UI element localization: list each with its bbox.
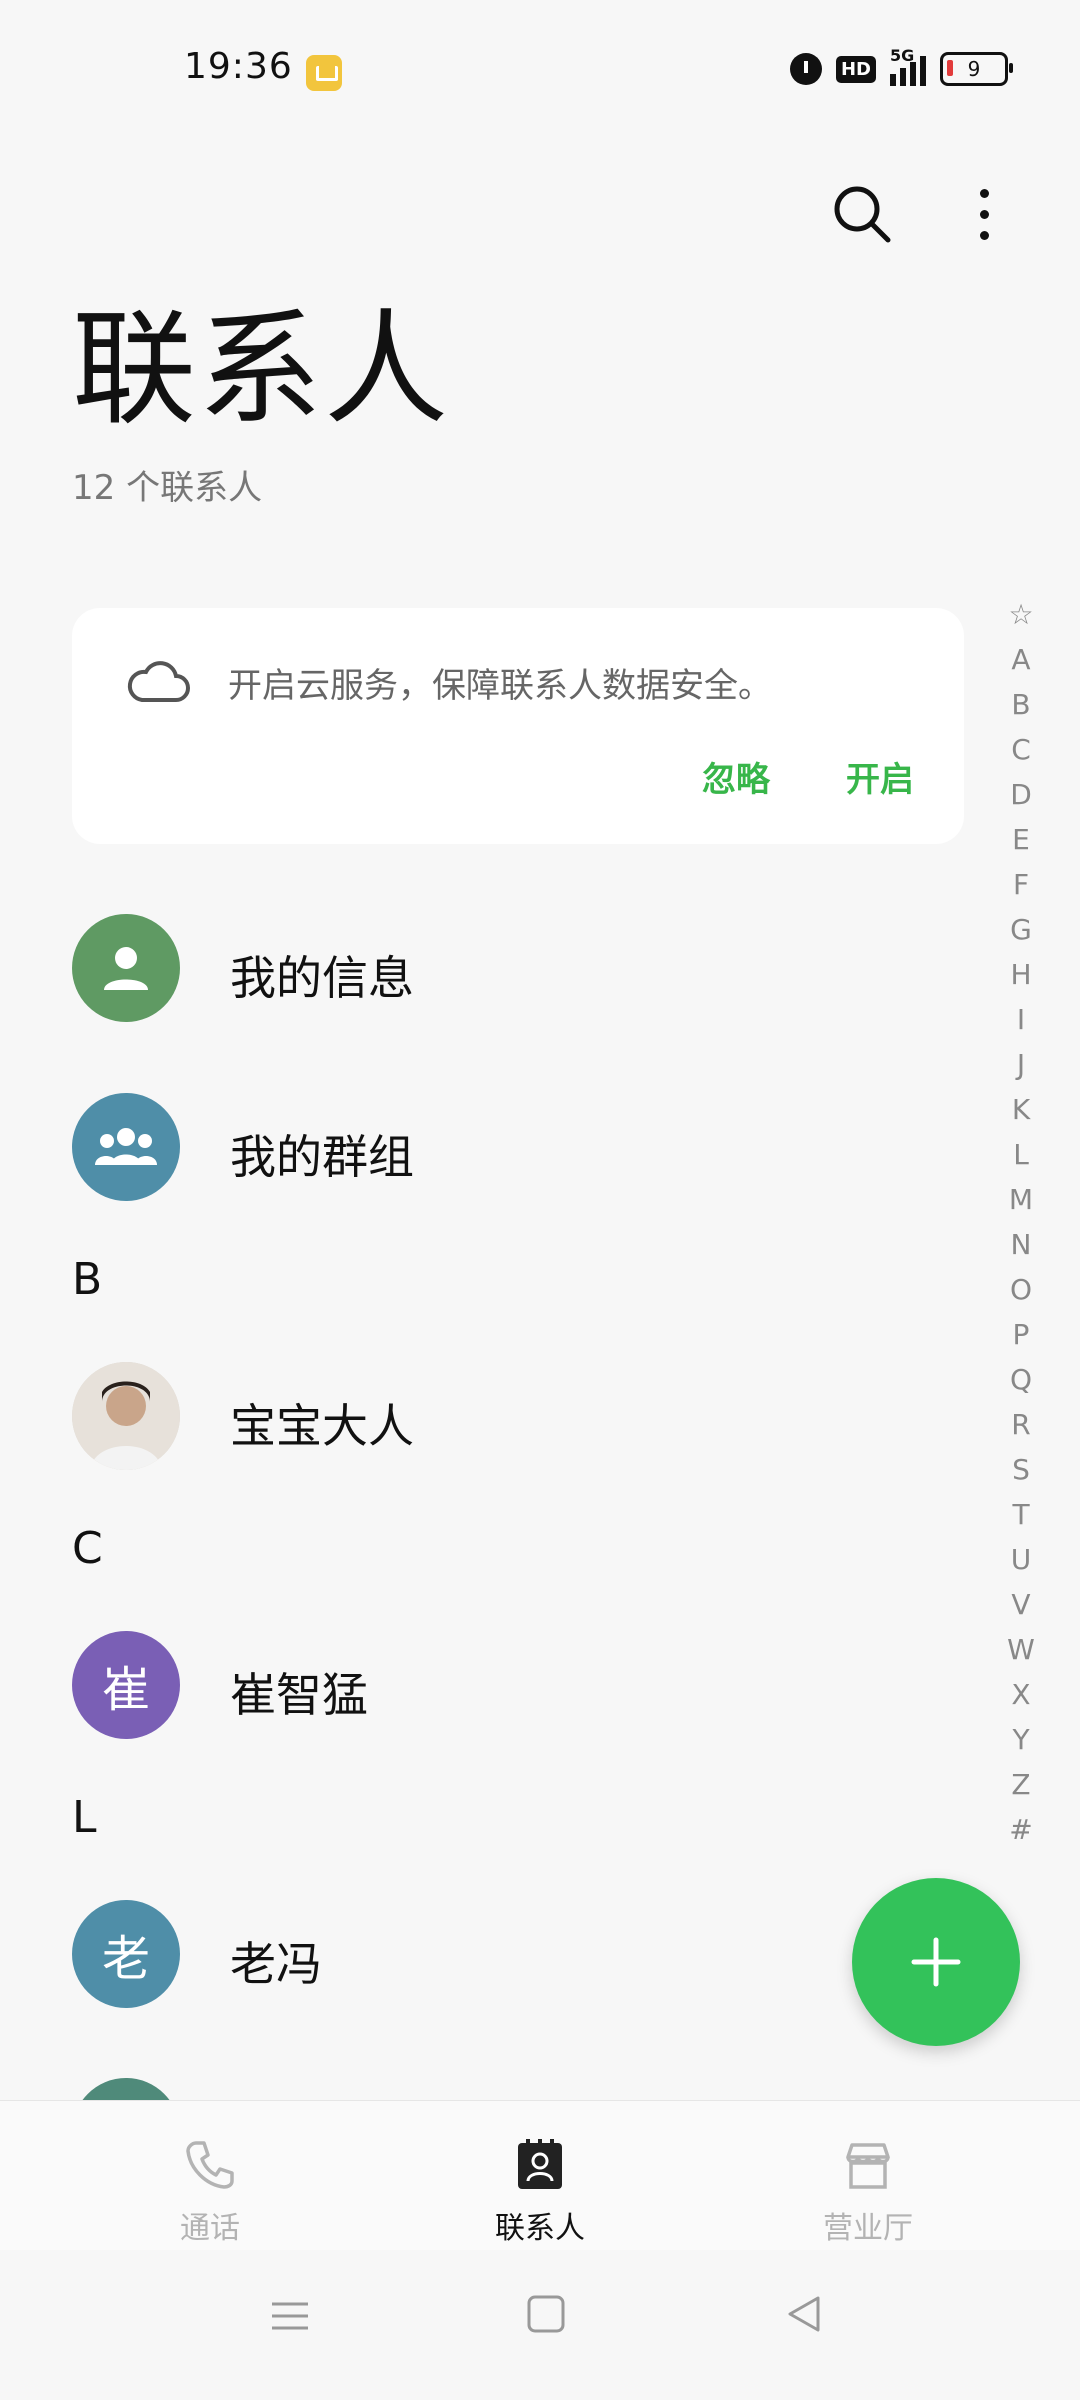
ignore-button[interactable]: 忽略	[702, 752, 770, 801]
cloud-icon	[127, 661, 190, 702]
more-dot-icon	[979, 188, 989, 198]
add-contact-button[interactable]	[852, 1878, 1020, 2046]
row-label: 我的信息	[230, 951, 414, 1005]
contact-row[interactable]: 崔 崔智猛	[72, 1631, 932, 1771]
contact-photo-avatar	[72, 1362, 180, 1470]
plus-icon	[911, 1937, 961, 1987]
network-type: 5G	[890, 46, 915, 65]
status-time: 19:36	[184, 46, 293, 87]
tab-contacts[interactable]: 联系人	[450, 2137, 630, 2247]
section-header-b: B	[72, 1254, 103, 1305]
person-icon	[104, 947, 148, 990]
signal-icon: 5G	[890, 46, 926, 86]
back-icon[interactable]	[784, 2294, 824, 2334]
alphabet-index-letter[interactable]: L	[1013, 1132, 1029, 1177]
battery-icon: 9	[940, 52, 1013, 86]
alphabet-index-letter[interactable]: Y	[1012, 1717, 1029, 1762]
tab-contacts-label: 联系人	[495, 2211, 585, 2246]
alphabet-index-letter[interactable]: G	[1010, 907, 1032, 952]
status-icons: HD 5G 9	[789, 46, 1013, 86]
tab-service-hall[interactable]: 营业厅	[778, 2137, 958, 2247]
my-info-row[interactable]: 我的信息	[72, 914, 932, 1054]
alphabet-index-letter[interactable]: V	[1011, 1582, 1030, 1627]
search-button[interactable]	[826, 178, 898, 250]
alphabet-index-letter[interactable]: F	[1013, 862, 1029, 907]
system-navigation-bar	[0, 2250, 1080, 2400]
section-header-l: L	[72, 1792, 97, 1843]
alphabet-index[interactable]: ☆ A B C D E F G H I J K L M N O P Q R S T U V W X Y Z #	[1006, 592, 1036, 1852]
more-dot-icon	[979, 209, 989, 219]
contact-row[interactable]: 宝宝大人	[72, 1362, 932, 1502]
alphabet-index-letter[interactable]: H	[1010, 952, 1031, 997]
group-avatar	[72, 1093, 180, 1201]
alphabet-index-letter[interactable]: Z	[1011, 1762, 1030, 1807]
contacts-book-icon	[518, 2139, 562, 2189]
row-label: 我的群组	[230, 1130, 414, 1184]
search-icon	[834, 186, 891, 243]
alphabet-index-letter[interactable]: K	[1012, 1087, 1030, 1132]
my-groups-row[interactable]: 我的群组	[72, 1093, 932, 1233]
alphabet-index-letter[interactable]: ☆	[1008, 592, 1033, 637]
tab-calls-label: 通话	[180, 2211, 240, 2246]
contact-initial-avatar: 老	[72, 1900, 180, 2008]
contact-count: 12 个联系人	[72, 468, 263, 508]
alphabet-index-letter[interactable]: D	[1010, 772, 1032, 817]
alphabet-index-letter[interactable]: C	[1011, 727, 1031, 772]
hd-badge: HD	[835, 55, 876, 83]
next-contact-avatar	[72, 2078, 180, 2100]
alphabet-index-letter[interactable]: U	[1011, 1537, 1032, 1582]
section-header-c: C	[72, 1523, 103, 1574]
store-icon	[846, 2143, 890, 2189]
alphabet-index-letter[interactable]: N	[1011, 1222, 1032, 1267]
phone-icon	[186, 2141, 234, 2189]
alphabet-index-letter[interactable]: M	[1009, 1177, 1033, 1222]
app-notification-icon	[306, 55, 342, 91]
tab-service-hall-label: 营业厅	[823, 2211, 913, 2246]
alphabet-index-letter[interactable]: A	[1011, 637, 1030, 682]
enable-cloud-button[interactable]: 开启	[846, 752, 914, 801]
cloud-service-message: 开启云服务，保障联系人数据安全。	[228, 666, 772, 706]
alphabet-index-letter[interactable]: W	[1007, 1627, 1035, 1672]
contact-row[interactable]: 老 老冯	[72, 1900, 932, 2040]
recent-apps-icon[interactable]	[270, 2296, 310, 2336]
home-icon[interactable]	[526, 2294, 566, 2334]
alphabet-index-letter[interactable]: R	[1011, 1402, 1030, 1447]
tab-calls[interactable]: 通话	[120, 2137, 300, 2247]
contact-name: 老冯	[230, 1937, 322, 1991]
alphabet-index-letter[interactable]: I	[1017, 997, 1025, 1042]
more-options-button[interactable]	[958, 178, 1010, 250]
alphabet-index-letter[interactable]: O	[1010, 1267, 1032, 1312]
alphabet-index-letter[interactable]: Q	[1010, 1357, 1032, 1402]
person-avatar	[72, 914, 180, 1022]
contact-name: 崔智猛	[230, 1668, 368, 1722]
cloud-service-card: 开启云服务，保障联系人数据安全。 忽略 开启	[72, 608, 964, 844]
alphabet-index-letter[interactable]: B	[1011, 682, 1030, 727]
alphabet-index-letter[interactable]: J	[1017, 1042, 1025, 1087]
alphabet-index-letter[interactable]: P	[1013, 1312, 1030, 1357]
page-title: 联系人	[72, 298, 451, 442]
alphabet-index-letter[interactable]: #	[1009, 1807, 1032, 1852]
bottom-navigation: 通话 联系人 营业厅	[0, 2100, 1080, 2251]
alphabet-index-letter[interactable]: E	[1012, 817, 1030, 862]
battery-level: 9	[967, 57, 981, 81]
alarm-icon	[789, 53, 822, 85]
alphabet-index-letter[interactable]: S	[1012, 1447, 1030, 1492]
contact-name: 宝宝大人	[230, 1399, 414, 1453]
group-icon	[95, 1128, 157, 1165]
contact-initial-avatar: 崔	[72, 1631, 180, 1739]
more-dot-icon	[979, 230, 989, 240]
alphabet-index-letter[interactable]: T	[1012, 1492, 1029, 1537]
alphabet-index-letter[interactable]: X	[1011, 1672, 1030, 1717]
portrait-photo	[72, 1362, 180, 1470]
